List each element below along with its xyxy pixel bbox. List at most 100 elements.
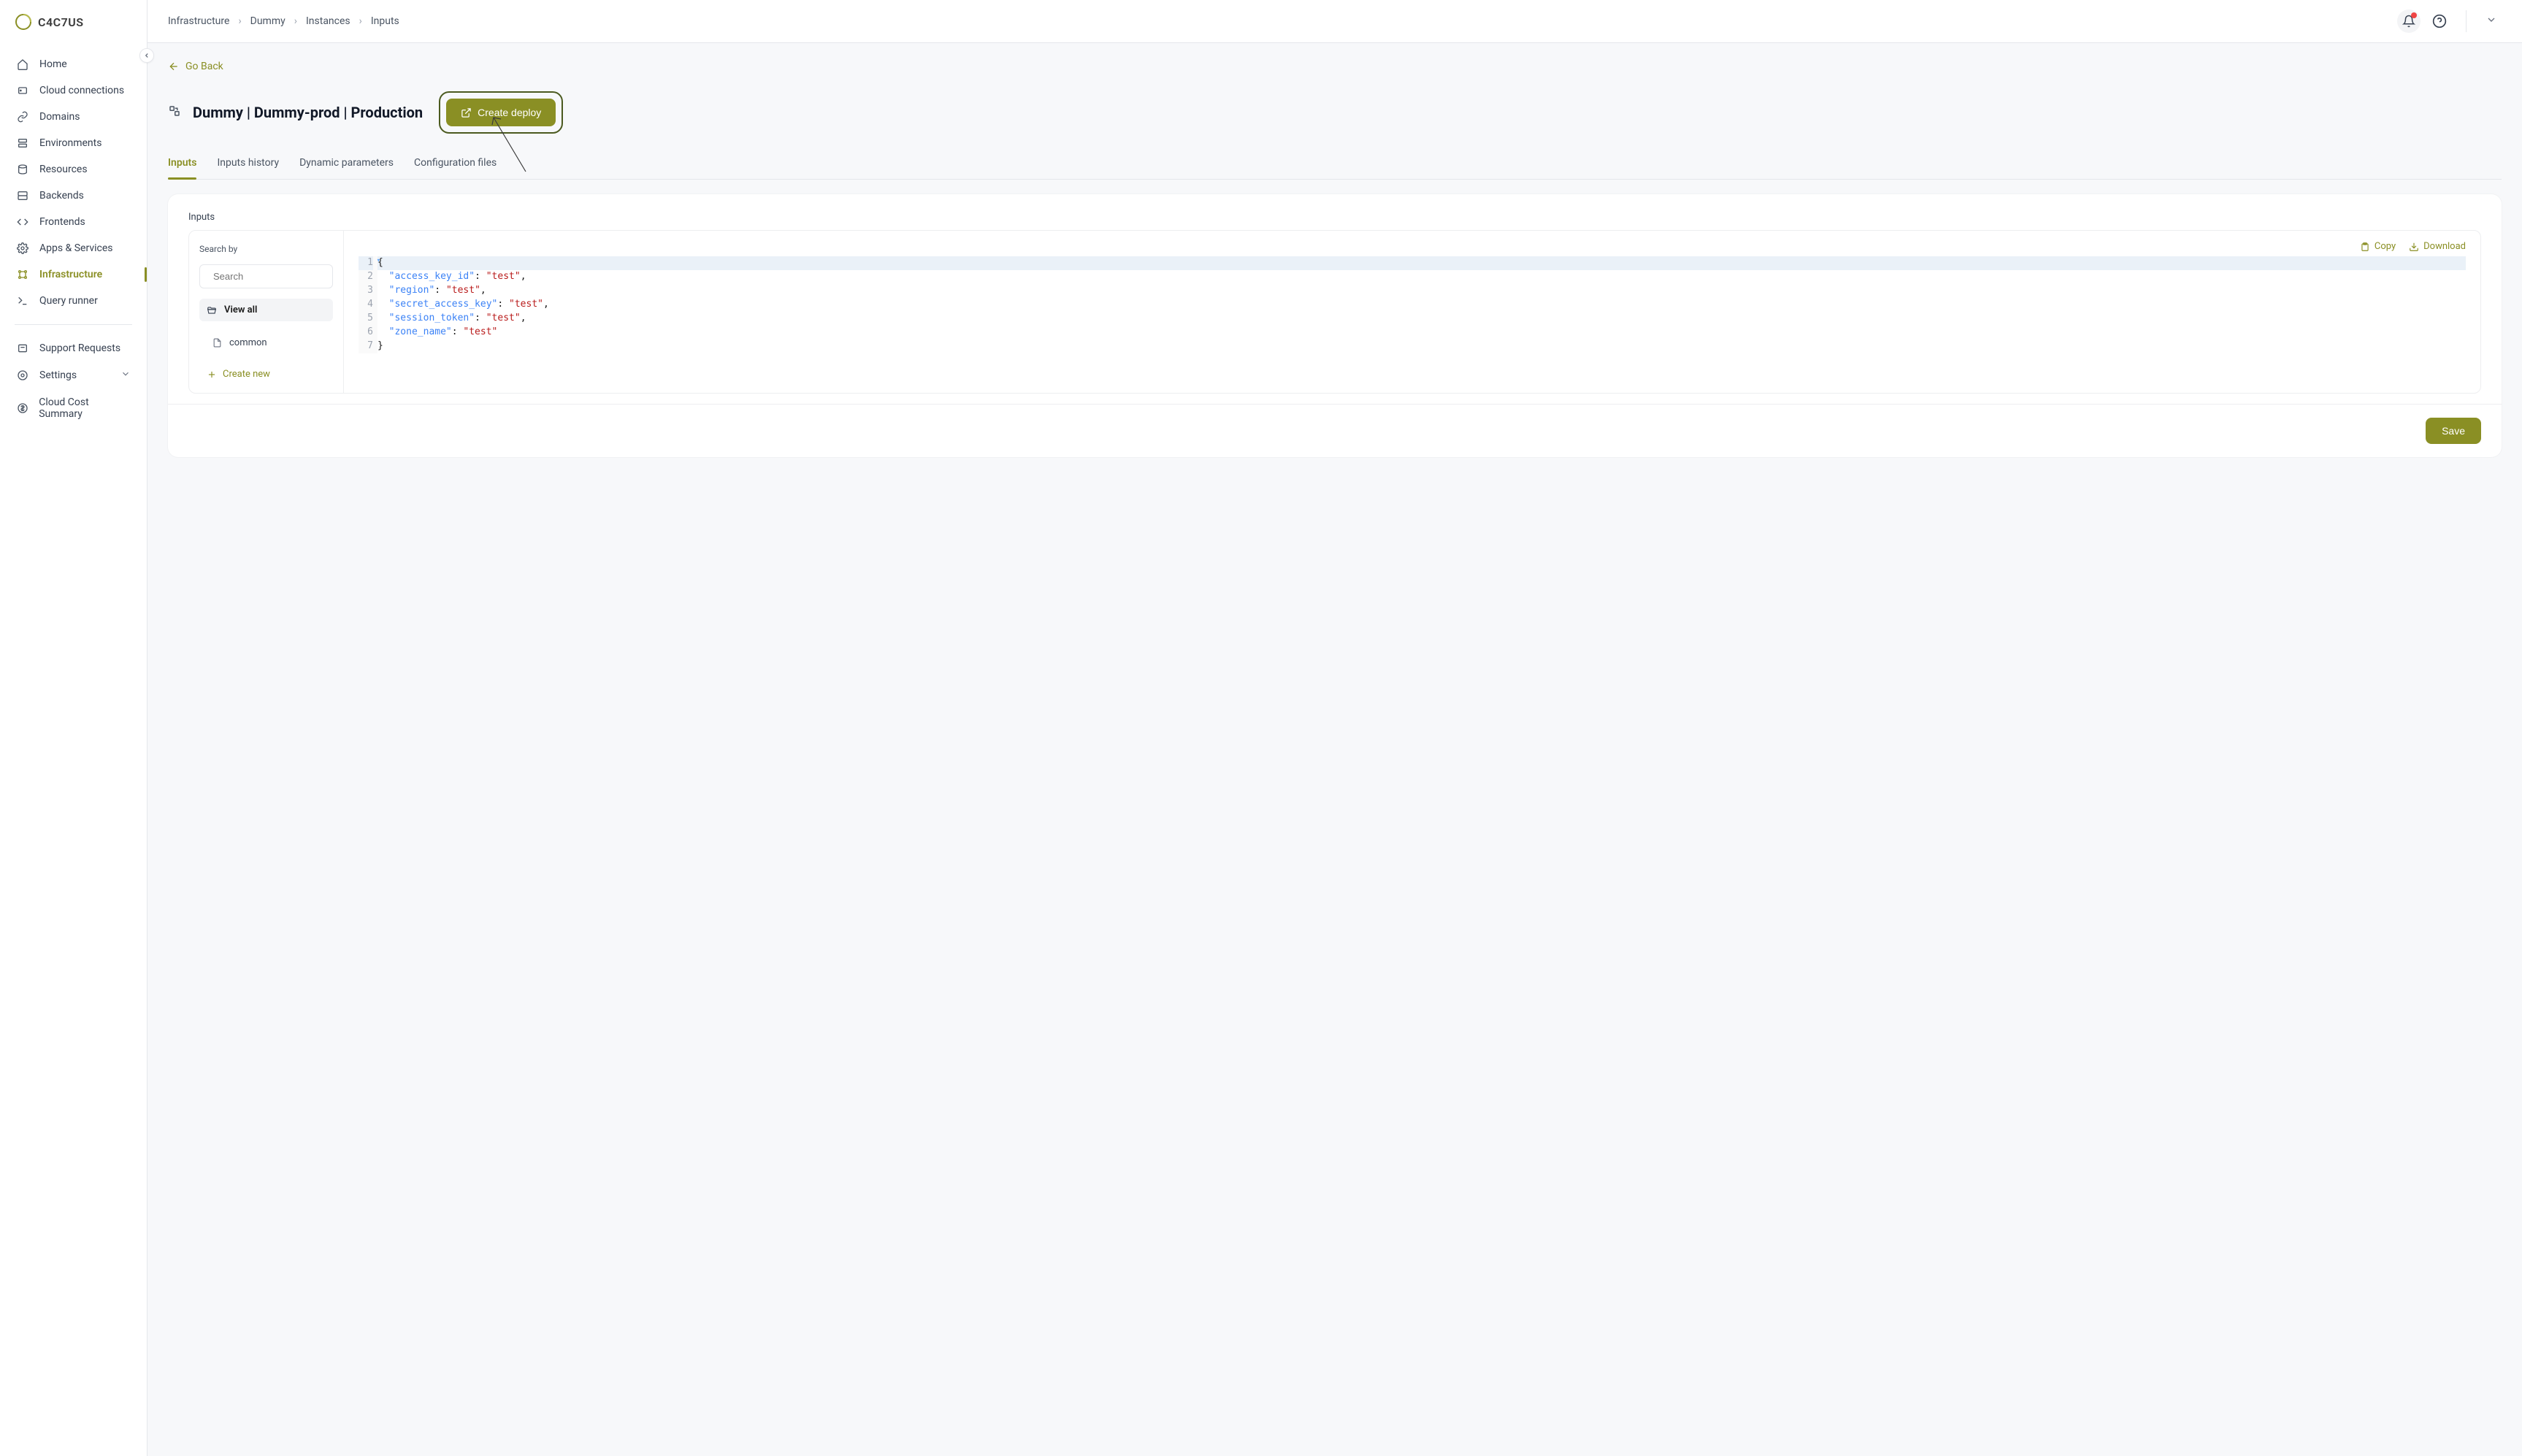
sidebar-item-label: Cloud connections	[39, 85, 124, 96]
nav-main: Home Cloud connections Domains Environme…	[0, 44, 147, 1456]
chevron-right-icon: ›	[238, 15, 241, 27]
sidebar-item-support[interactable]: Support Requests	[0, 335, 147, 361]
sidebar-item-cloud-connections[interactable]: Cloud connections	[0, 77, 147, 104]
tab-dynamic-parameters[interactable]: Dynamic parameters	[299, 150, 394, 179]
brand-logo[interactable]: C4C7US	[0, 0, 147, 44]
server-icon	[16, 190, 29, 202]
sidebar-item-infrastructure[interactable]: Infrastructure	[0, 261, 147, 288]
go-back-label: Go Back	[185, 61, 223, 72]
page-title-bar: Dummy | Dummy-prod | Production Create d…	[168, 91, 2502, 134]
search-label: Search by	[199, 244, 333, 254]
help-button[interactable]	[2428, 9, 2451, 33]
sidebar-item-frontends[interactable]: Frontends	[0, 209, 147, 235]
sidebar-item-apps-services[interactable]: Apps & Services	[0, 235, 147, 261]
go-back-link[interactable]: Go Back	[168, 61, 223, 72]
search-box[interactable]	[199, 264, 333, 288]
divider	[2466, 10, 2467, 32]
arrow-left-icon	[168, 61, 180, 72]
file-icon	[212, 338, 222, 348]
tab-configuration-files[interactable]: Configuration files	[414, 150, 497, 179]
home-icon	[16, 58, 29, 70]
gear-icon	[16, 242, 29, 254]
download-button[interactable]: Download	[2409, 241, 2466, 252]
view-all-label: View all	[224, 304, 257, 315]
brand-icon	[15, 13, 32, 31]
external-link-icon	[461, 107, 472, 118]
page-title: Dummy | Dummy-prod | Production	[193, 104, 423, 121]
plus-icon	[207, 369, 217, 380]
code-editor[interactable]: 1234567 { "access_key_id": "test", "regi…	[359, 256, 2466, 353]
sidebar: C4C7US Home Cloud connections Domains	[0, 0, 147, 1456]
sidebar-item-label: Cloud Cost Summary	[39, 396, 131, 420]
topbar: Infrastructure › Dummy › Instances › Inp…	[147, 0, 2522, 43]
sidebar-item-cost-summary[interactable]: Cloud Cost Summary	[0, 389, 147, 427]
breadcrumb: Infrastructure › Dummy › Instances › Inp…	[168, 15, 399, 27]
sidebar-item-domains[interactable]: Domains	[0, 104, 147, 130]
editor-column: Copy Download 1234567 { "access_key_id":…	[344, 231, 2480, 393]
account-menu-button[interactable]	[2481, 9, 2502, 33]
breadcrumb-item[interactable]: Dummy	[250, 15, 285, 27]
sidebar-item-label: Query runner	[39, 295, 98, 307]
chevron-left-icon	[143, 52, 150, 59]
notifications-button[interactable]	[2397, 9, 2421, 33]
sidebar-item-label: Infrastructure	[39, 269, 102, 280]
tab-label: Configuration files	[414, 157, 497, 169]
sidebar-item-label: Frontends	[39, 216, 85, 228]
sidebar-item-home[interactable]: Home	[0, 51, 147, 77]
copy-label: Copy	[2375, 241, 2396, 252]
sidebar-item-label: Backends	[39, 190, 84, 202]
search-input[interactable]	[213, 271, 342, 282]
copy-button[interactable]: Copy	[2360, 241, 2396, 252]
sidebar-item-label: Support Requests	[39, 342, 120, 354]
sidebar-collapse-button[interactable]	[139, 48, 154, 63]
sidebar-item-label: Home	[39, 58, 67, 70]
stack-icon	[16, 164, 29, 175]
sidebar-item-settings[interactable]: Settings	[0, 361, 147, 389]
nodes-icon	[16, 269, 29, 280]
breadcrumb-item[interactable]: Inputs	[371, 15, 399, 27]
download-icon	[2409, 242, 2419, 252]
help-icon	[2432, 14, 2447, 28]
notification-badge	[2411, 12, 2417, 18]
tabs: Inputs Inputs history Dynamic parameters…	[168, 150, 2502, 180]
sidebar-item-label: Settings	[39, 369, 77, 381]
sidebar-item-label: Apps & Services	[39, 242, 113, 254]
breadcrumb-item[interactable]: Infrastructure	[168, 15, 229, 27]
cloud-icon	[16, 85, 29, 96]
breadcrumb-item[interactable]: Instances	[306, 15, 350, 27]
tab-inputs[interactable]: Inputs	[168, 150, 196, 179]
sidebar-item-backends[interactable]: Backends	[0, 183, 147, 209]
view-all-item[interactable]: View all	[199, 299, 333, 321]
content-area: Go Back Dummy | Dummy-prod | Production …	[147, 43, 2522, 1456]
file-label: common	[229, 337, 267, 348]
link-icon	[16, 111, 29, 123]
inputs-sidebar: Search by View all common	[189, 231, 344, 393]
create-new-label: Create new	[223, 369, 270, 380]
panel-title: Inputs	[168, 194, 2502, 230]
sidebar-item-label: Resources	[39, 164, 88, 175]
create-new-button[interactable]: Create new	[199, 364, 333, 380]
save-button[interactable]: Save	[2426, 418, 2481, 444]
tab-inputs-history[interactable]: Inputs history	[217, 150, 279, 179]
clipboard-icon	[2360, 242, 2370, 252]
chevron-right-icon: ›	[359, 15, 362, 27]
tab-label: Dynamic parameters	[299, 157, 394, 169]
layers-icon	[16, 137, 29, 149]
create-deploy-button[interactable]: Create deploy	[446, 99, 556, 126]
nav-separator	[15, 324, 132, 325]
dollar-icon	[16, 402, 28, 414]
instance-icon	[168, 104, 181, 120]
code-icon	[16, 216, 29, 228]
sidebar-item-environments[interactable]: Environments	[0, 130, 147, 156]
sidebar-item-resources[interactable]: Resources	[0, 156, 147, 183]
save-label: Save	[2442, 425, 2465, 437]
brand-text: C4C7US	[38, 15, 83, 29]
inputs-panel: Inputs Search by View all	[168, 194, 2502, 457]
sidebar-item-label: Domains	[39, 111, 80, 123]
ticket-icon	[16, 342, 29, 354]
tab-label: Inputs	[168, 157, 196, 169]
chevron-down-icon	[2485, 14, 2497, 26]
tab-label: Inputs history	[217, 157, 279, 169]
sidebar-item-query-runner[interactable]: Query runner	[0, 288, 147, 314]
file-item-common[interactable]: common	[199, 332, 333, 354]
